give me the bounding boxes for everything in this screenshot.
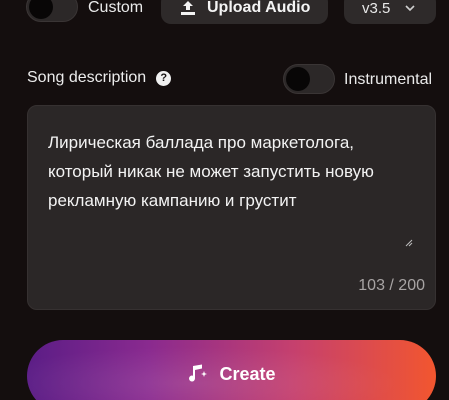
toggle-knob xyxy=(29,0,53,19)
chevron-down-icon xyxy=(405,5,415,12)
song-create-panel: Custom Upload Audio v3.5 Song descriptio… xyxy=(0,0,449,400)
song-description-textarea[interactable]: Лирическая баллада про маркетолога, кото… xyxy=(27,105,436,310)
version-select[interactable]: v3.5 xyxy=(344,0,436,24)
create-label: Create xyxy=(219,364,276,384)
upload-audio-label: Upload Audio xyxy=(207,0,311,16)
song-description-text[interactable]: Лирическая баллада про маркетолога, кото… xyxy=(48,128,423,215)
toggle-knob xyxy=(286,67,310,91)
upload-audio-button[interactable]: Upload Audio xyxy=(161,0,328,24)
character-count: 103 / 200 xyxy=(358,277,425,294)
upload-icon xyxy=(181,1,195,15)
resize-handle-icon[interactable] xyxy=(405,239,413,247)
music-sparkle-icon xyxy=(189,364,208,382)
help-icon[interactable]: ? xyxy=(156,70,172,86)
create-button[interactable]: Create xyxy=(27,340,436,400)
song-description-label: Song description xyxy=(27,69,147,86)
custom-toggle[interactable] xyxy=(26,0,78,22)
song-description-heading: Song description ? xyxy=(27,69,172,87)
version-value: v3.5 xyxy=(362,0,391,17)
instrumental-label: Instrumental xyxy=(344,71,433,88)
custom-label: Custom xyxy=(88,0,144,16)
instrumental-toggle[interactable] xyxy=(283,64,335,94)
